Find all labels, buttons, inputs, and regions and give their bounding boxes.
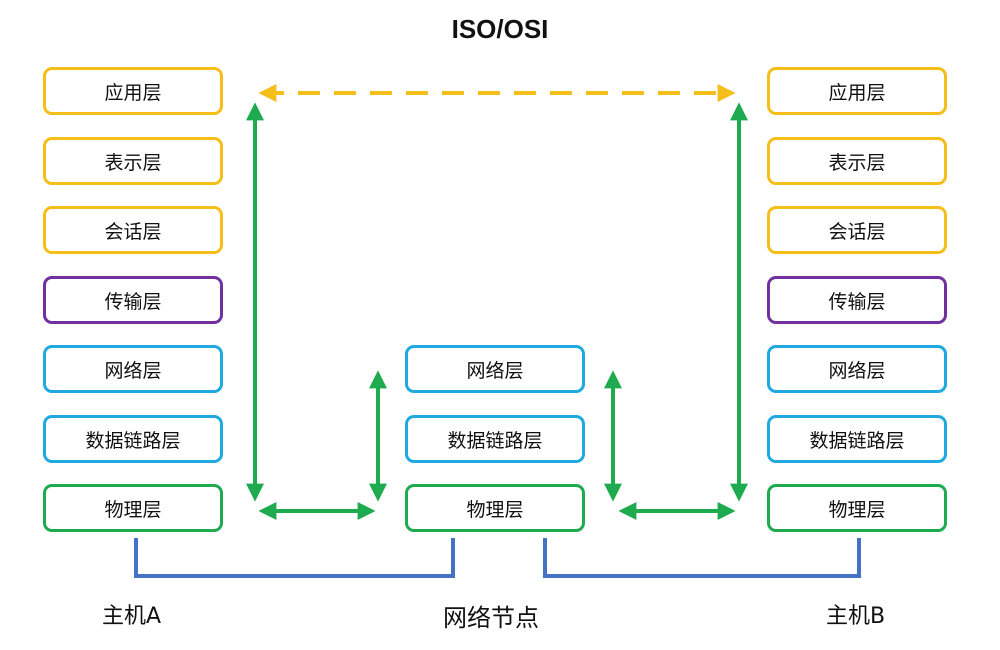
host-b-caption: 主机B <box>826 604 886 629</box>
host-b-session-layer: 会话层 <box>767 206 947 254</box>
node-data-link-layer: 数据链路层 <box>405 415 585 463</box>
node-network-layer: 网络层 <box>405 345 585 393</box>
network-node-caption: 网络节点 <box>443 604 539 632</box>
physical-link-a-to-node <box>134 538 455 578</box>
host-a-caption: 主机A <box>102 604 162 629</box>
host-b-transport-layer: 传输层 <box>767 276 947 324</box>
host-a-data-link-layer: 数据链路层 <box>43 415 223 463</box>
host-b-network-layer: 网络层 <box>767 345 947 393</box>
host-b-physical-layer: 物理层 <box>767 484 947 532</box>
host-a-network-layer: 网络层 <box>43 345 223 393</box>
host-b-application-layer: 应用层 <box>767 67 947 115</box>
host-a-application-layer: 应用层 <box>43 67 223 115</box>
host-b-data-link-layer: 数据链路层 <box>767 415 947 463</box>
host-a-session-layer: 会话层 <box>43 206 223 254</box>
host-b-presentation-layer: 表示层 <box>767 137 947 185</box>
host-a-physical-layer: 物理层 <box>43 484 223 532</box>
host-a-transport-layer: 传输层 <box>43 276 223 324</box>
node-physical-layer: 物理层 <box>405 484 585 532</box>
physical-link-node-to-b <box>543 538 861 578</box>
host-a-presentation-layer: 表示层 <box>43 137 223 185</box>
